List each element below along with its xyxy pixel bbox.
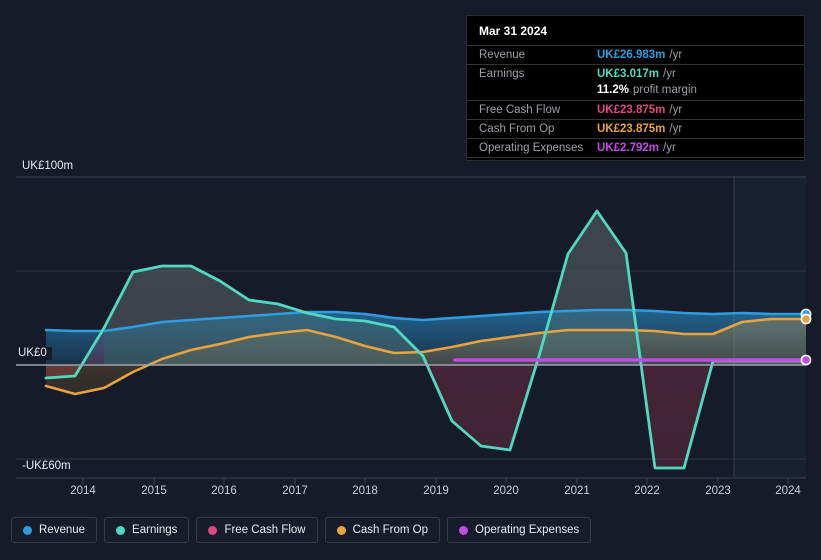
x-axis-label-2020: 2020 xyxy=(493,485,519,497)
tooltip-label-earnings: Earnings xyxy=(479,68,525,80)
y-axis-label-bottom: -UK£60m xyxy=(22,460,76,473)
tooltip-text-profit-margin: profit margin xyxy=(632,84,697,96)
legend-dot-operating-expenses-icon xyxy=(459,525,469,535)
tooltip-row-cash-from-op: Cash From Op UK£23.875m /yr xyxy=(467,119,804,138)
tooltip-unit-free-cash-flow: /yr xyxy=(669,104,683,116)
legend-item-cash-from-op[interactable]: Cash From Op xyxy=(324,517,441,543)
x-axis-label-2022: 2022 xyxy=(634,485,660,497)
x-axis-label-2014: 2014 xyxy=(70,485,96,497)
x-axis-ticks xyxy=(82,478,789,484)
x-axis-label-2018: 2018 xyxy=(352,485,378,497)
x-axis-label-2017: 2017 xyxy=(282,485,308,497)
cash-from-op-endpoint-marker[interactable] xyxy=(800,313,812,325)
y-axis-label-top: UK£100m xyxy=(22,160,79,173)
tooltip-label-operating-expenses: Operating Expenses xyxy=(479,142,584,154)
x-axis-label-2024: 2024 xyxy=(775,485,801,497)
tooltip-row-revenue: Revenue UK£26.983m /yr xyxy=(467,45,804,64)
legend-item-revenue[interactable]: Revenue xyxy=(11,517,98,543)
tooltip-unit-cash-from-op: /yr xyxy=(669,123,683,135)
legend-label-cash-from-op: Cash From Op xyxy=(352,524,429,536)
data-tooltip: Mar 31 2024 Revenue UK£26.983m /yr Earni… xyxy=(466,15,805,161)
tooltip-date: Mar 31 2024 xyxy=(479,24,548,38)
tooltip-value-revenue: UK£26.983m xyxy=(597,49,666,61)
x-axis-label-2015: 2015 xyxy=(141,485,167,497)
x-axis-label-2016: 2016 xyxy=(211,485,237,497)
financial-chart-widget: UK£100m UK£0 -UK£60m 2014 2015 2016 2017… xyxy=(0,0,821,560)
tooltip-value-earnings: UK£3.017m xyxy=(597,68,660,80)
tooltip-value-free-cash-flow: UK£23.875m xyxy=(597,104,666,116)
tooltip-label-free-cash-flow: Free Cash Flow xyxy=(479,104,561,116)
legend-dot-earnings-icon xyxy=(116,525,126,535)
legend-item-earnings[interactable]: Earnings xyxy=(104,517,190,543)
tooltip-row-operating-expenses: Operating Expenses UK£2.792m /yr xyxy=(467,138,804,157)
tooltip-unit-operating-expenses: /yr xyxy=(663,142,676,154)
tooltip-unit-earnings: /yr xyxy=(663,68,676,80)
earnings-above-zero-fill-2 xyxy=(539,211,645,365)
y-axis-label-zero: UK£0 xyxy=(18,347,52,360)
legend-label-operating-expenses: Operating Expenses xyxy=(475,524,580,536)
tooltip-label-cash-from-op: Cash From Op xyxy=(479,123,555,135)
chart-legend: Revenue Earnings Free Cash Flow Cash Fro… xyxy=(11,517,592,543)
tooltip-value-operating-expenses: UK£2.792m xyxy=(597,142,660,154)
x-axis-label-2021: 2021 xyxy=(564,485,590,497)
operating-expenses-endpoint-marker[interactable] xyxy=(800,354,812,366)
tooltip-unit-revenue: /yr xyxy=(669,49,683,61)
tooltip-bottom-rule xyxy=(467,157,804,158)
legend-label-revenue: Revenue xyxy=(39,524,86,536)
legend-label-earnings: Earnings xyxy=(132,524,178,536)
legend-item-free-cash-flow[interactable]: Free Cash Flow xyxy=(196,517,318,543)
tooltip-row-free-cash-flow: Free Cash Flow UK£23.875m /yr xyxy=(467,100,804,119)
legend-label-free-cash-flow: Free Cash Flow xyxy=(224,524,306,536)
tooltip-value-cash-from-op: UK£23.875m xyxy=(597,123,666,135)
x-axis-label-2023: 2023 xyxy=(705,485,731,497)
legend-dot-free-cash-flow-icon xyxy=(208,525,218,535)
tooltip-label-revenue: Revenue xyxy=(479,49,526,61)
tooltip-value-profit-margin: 11.2% xyxy=(597,84,629,96)
legend-dot-revenue-icon xyxy=(23,525,32,535)
legend-item-operating-expenses[interactable]: Operating Expenses xyxy=(447,517,592,543)
x-axis-label-2019: 2019 xyxy=(423,485,449,497)
legend-dot-cash-from-op-icon xyxy=(336,525,346,535)
tooltip-row-earnings: Earnings UK£3.017m /yr xyxy=(467,64,804,83)
tooltip-row-profit-margin: 11.2% profit margin xyxy=(467,83,804,100)
